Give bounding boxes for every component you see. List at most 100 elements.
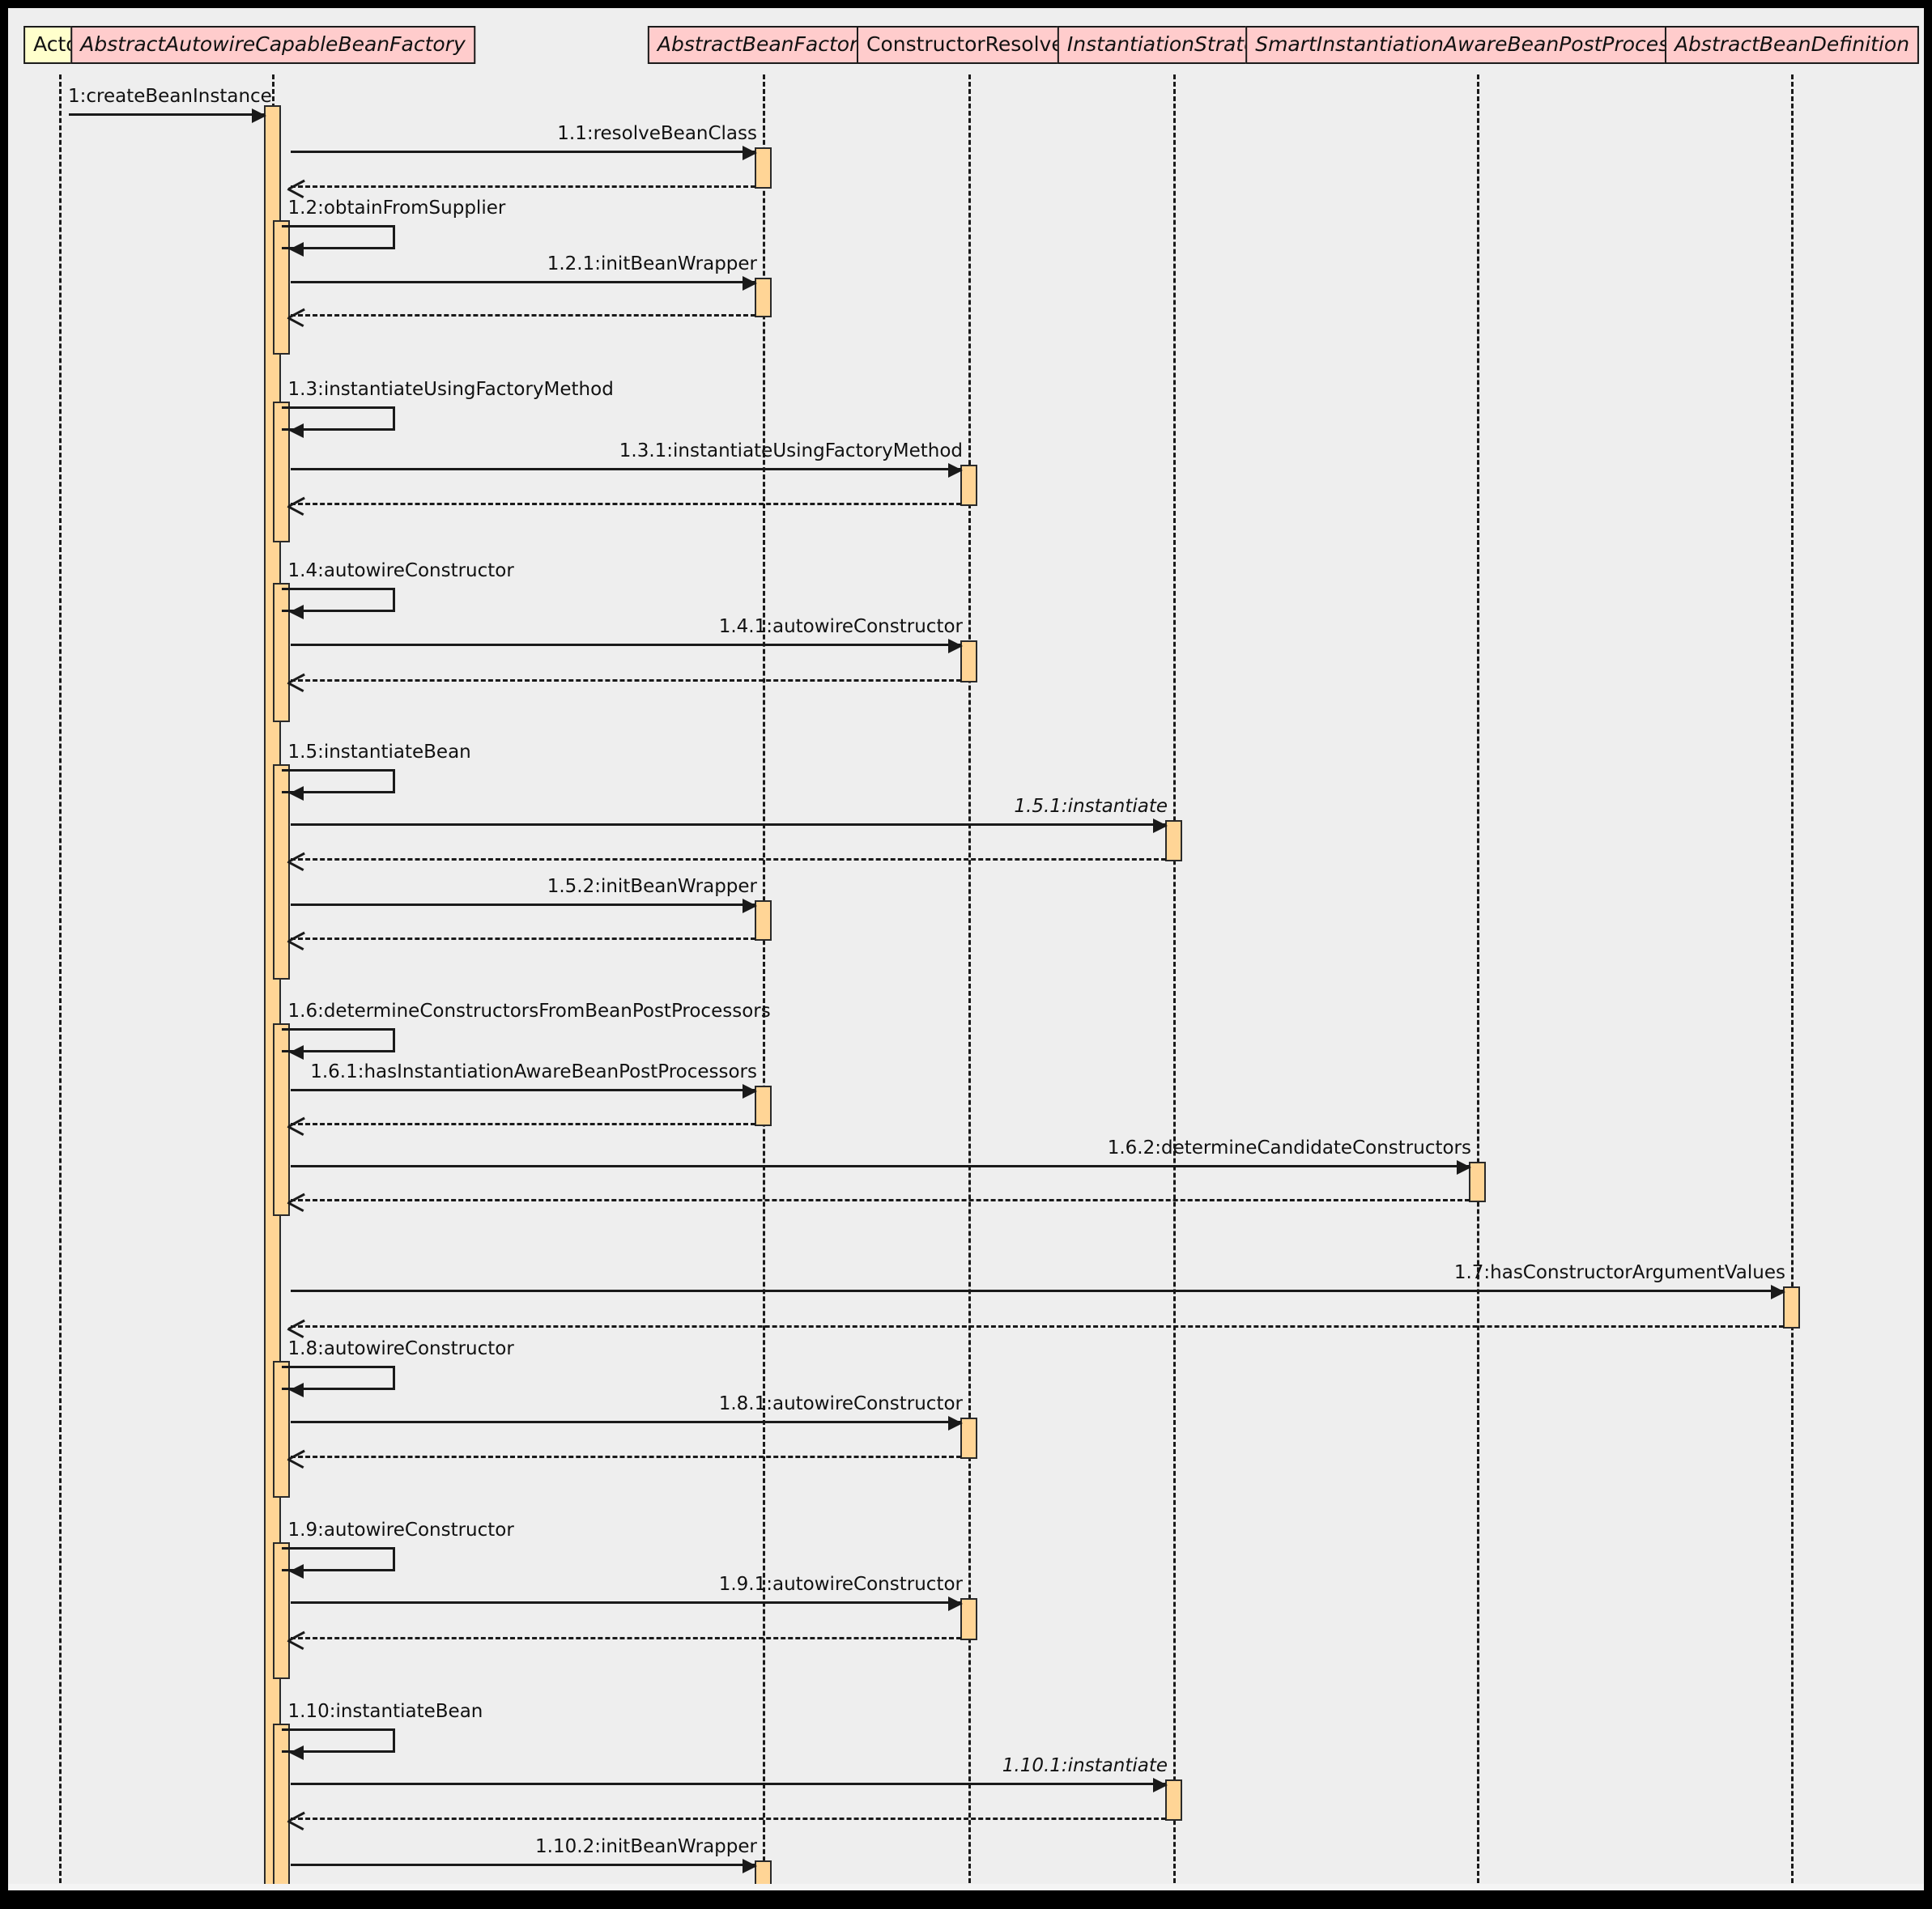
call-message-m20 xyxy=(290,1778,1168,1792)
self-call-arrowhead-m11 xyxy=(288,1045,304,1060)
call-arrowhead-m1 xyxy=(742,146,757,160)
return-arrowhead-m9r xyxy=(288,852,304,869)
return-arrowhead-m3r xyxy=(288,308,304,325)
participant-header-AbstractBeanFactory[interactable]: AbstractBeanFactory xyxy=(647,26,880,64)
return-arrowhead-m1r xyxy=(288,179,304,197)
call-arrowhead-m3 xyxy=(742,276,757,291)
return-arrowhead-m18r xyxy=(288,1631,304,1648)
call-arrowhead-m7 xyxy=(947,639,963,653)
message-label-m8: 1.5:instantiateBean xyxy=(287,742,471,763)
return-arrowhead-m14r xyxy=(288,1319,304,1337)
self-call-arrowhead-m19 xyxy=(288,1745,304,1760)
return-arrowhead-m7r xyxy=(288,673,304,691)
participant-header-AbstractBeanDefinition[interactable]: AbstractBeanDefinition xyxy=(1664,26,1920,64)
sequence-diagram-canvas: 1:createBeanInstance 1.1:resolveBeanClass… xyxy=(8,8,1924,1890)
activation-bar-ConstructorResolver xyxy=(960,465,977,506)
activation-bar-AbstractBeanFactory xyxy=(755,278,772,317)
message-label-m9: 1.5.1:instantiate xyxy=(1014,796,1168,817)
call-message-m21 xyxy=(290,1859,757,1873)
participant-header-ConstructorResolver[interactable]: ConstructorResolver xyxy=(856,26,1083,64)
call-message-m13 xyxy=(290,1160,1471,1175)
lifeline-AbstractBeanDefinition xyxy=(1791,74,1794,1890)
return-message-m14r xyxy=(290,1325,1784,1328)
return-message-m5r xyxy=(290,503,961,505)
activation-bar-AbstractBeanDefinition xyxy=(1783,1286,1800,1329)
return-arrowhead-m13r xyxy=(288,1193,304,1210)
frame-bottom-strip xyxy=(8,1884,1924,1890)
message-label-m17: 1.9:autowireConstructor xyxy=(287,1520,514,1541)
return-message-m18r xyxy=(290,1637,961,1639)
return-message-m3r xyxy=(290,314,755,317)
message-label-m1: 1.1:resolveBeanClass xyxy=(557,123,757,144)
message-label-m7: 1.4.1:autowireConstructor xyxy=(718,616,963,637)
return-message-m12r xyxy=(290,1123,755,1125)
call-arrowhead-m5 xyxy=(947,463,963,478)
call-message-m10 xyxy=(290,899,757,913)
self-call-arrowhead-m2 xyxy=(288,242,304,257)
message-label-m19: 1.10:instantiateBean xyxy=(287,1701,483,1722)
message-label-m13: 1.6.2:determineCandidateConstructors xyxy=(1107,1137,1471,1159)
return-message-m1r xyxy=(290,185,755,188)
return-arrowhead-m10r xyxy=(288,931,304,949)
call-message-m5 xyxy=(290,463,963,478)
return-message-m20r xyxy=(290,1818,1166,1820)
self-call-arrowhead-m15 xyxy=(288,1383,304,1397)
return-message-m9r xyxy=(290,858,1166,861)
diagram-root: 1:createBeanInstance 1.1:resolveBeanClass… xyxy=(0,0,1932,1909)
call-arrowhead-m21 xyxy=(742,1859,757,1873)
activation-bar-AbstractBeanFactory xyxy=(755,1086,772,1126)
return-message-m10r xyxy=(290,937,755,940)
return-message-m16r xyxy=(290,1456,961,1458)
call-arrowhead-m9 xyxy=(1152,818,1168,833)
activation-bar-InstantiationStrategy xyxy=(1165,820,1182,861)
message-label-m2: 1.2:obtainFromSupplier xyxy=(287,198,506,219)
call-arrowhead-m10 xyxy=(742,899,757,913)
activation-bar-ConstructorResolver xyxy=(960,640,977,682)
return-arrowhead-m16r xyxy=(288,1449,304,1467)
activation-bar-ConstructorResolver xyxy=(960,1598,977,1640)
activation-bar-AbstractBeanFactory xyxy=(755,900,772,941)
call-arrowhead-m14 xyxy=(1770,1285,1785,1299)
message-label-m3: 1.2.1:initBeanWrapper xyxy=(547,253,757,274)
activation-bar-AbstractBeanFactory xyxy=(755,147,772,189)
call-message-m12 xyxy=(290,1084,757,1099)
self-call-arrowhead-m6 xyxy=(288,605,304,619)
return-arrowhead-m5r xyxy=(288,496,304,514)
call-message-m1 xyxy=(290,146,757,160)
call-arrowhead-m13 xyxy=(1456,1160,1471,1175)
call-arrowhead-m20 xyxy=(1152,1778,1168,1792)
lifeline-SmartInstantiationAwareBeanPostProcessor xyxy=(1477,74,1479,1890)
call-arrowhead-m16 xyxy=(947,1416,963,1431)
message-label-m18: 1.9.1:autowireConstructor xyxy=(718,1574,963,1595)
message-label-m5: 1.3.1:instantiateUsingFactoryMethod xyxy=(619,440,963,461)
self-call-arrowhead-m4 xyxy=(288,423,304,438)
self-call-arrowhead-m17 xyxy=(288,1564,304,1579)
activation-bar-ConstructorResolver xyxy=(960,1418,977,1459)
message-label-m4: 1.3:instantiateUsingFactoryMethod xyxy=(287,379,614,400)
lifeline-Actor xyxy=(59,74,62,1890)
call-message-m16 xyxy=(290,1416,963,1431)
message-label-m21: 1.10.2:initBeanWrapper xyxy=(535,1836,757,1857)
message-label-m20: 1.10.1:instantiate xyxy=(1002,1755,1168,1776)
call-arrowhead-m12 xyxy=(742,1084,757,1099)
return-arrowhead-m12r xyxy=(288,1116,304,1134)
lifeline-AbstractBeanFactory xyxy=(763,74,765,1890)
lifeline-InstantiationStrategy xyxy=(1173,74,1176,1890)
activation-bar-InstantiationStrategy xyxy=(1165,1779,1182,1821)
participant-header-AbstractAutowireCapableBeanFactory[interactable]: AbstractAutowireCapableBeanFactory xyxy=(70,26,475,64)
message-label-m16: 1.8.1:autowireConstructor xyxy=(718,1393,963,1414)
call-message-m14 xyxy=(290,1285,1785,1299)
activation-bar-SmartInstantiationAwareBeanPostProcessor xyxy=(1469,1162,1486,1202)
self-call-arrowhead-m8 xyxy=(288,786,304,801)
participant-header-SmartInstantiationAwareBeanPostProcessor[interactable]: SmartInstantiationAwareBeanPostProcessor xyxy=(1245,26,1710,64)
message-label-m15: 1.8:autowireConstructor xyxy=(287,1338,514,1359)
call-message-m7 xyxy=(290,639,963,653)
call-arrowhead-m18 xyxy=(947,1597,963,1611)
message-label-m10: 1.5.2:initBeanWrapper xyxy=(547,876,757,897)
return-message-m13r xyxy=(290,1199,1470,1201)
message-label-m12: 1.6.1:hasInstantiationAwareBeanPostProce… xyxy=(310,1061,757,1082)
return-arrowhead-m20r xyxy=(288,1811,304,1829)
call-message-m3 xyxy=(290,276,757,291)
return-message-m7r xyxy=(290,679,961,682)
call-message-m0 xyxy=(68,108,266,123)
